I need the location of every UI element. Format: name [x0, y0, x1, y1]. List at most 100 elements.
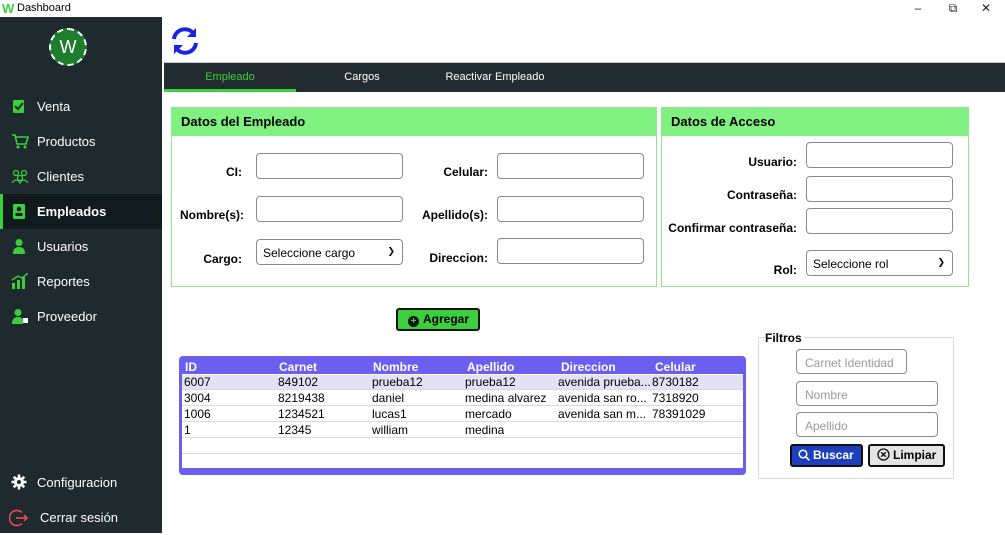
table-row-empty: [182, 439, 743, 454]
sidebar-item-label: Clientes: [37, 169, 84, 184]
chevron-down-icon: ❯: [387, 246, 395, 256]
search-icon: [798, 448, 810, 467]
table-cell: medina alvarez: [465, 391, 547, 405]
carnet-search-input[interactable]: Carnet Identidad: [796, 349, 907, 374]
empleados-table: ID Carnet Nombre Apellido Direccion Celu…: [179, 356, 746, 475]
buscar-button[interactable]: Buscar: [790, 444, 863, 467]
table-cell: 12345: [278, 423, 312, 437]
window-title: Dashboard: [17, 2, 71, 14]
celular-label: Celular:: [443, 165, 488, 179]
ci-input[interactable]: [256, 153, 403, 179]
table-cell: 6007: [184, 375, 211, 389]
column-header[interactable]: Celular: [655, 360, 696, 374]
close-button[interactable]: ✕: [971, 0, 1001, 17]
sidebar-item-label: Proveedor: [37, 309, 97, 324]
table-cell: mercado: [465, 407, 512, 421]
restore-button[interactable]: ⧉: [938, 0, 968, 17]
cargo-select-value: Seleccione cargo: [263, 246, 356, 260]
sidebar-item-clientes[interactable]: Clientes: [0, 159, 162, 194]
nombres-label: Nombre(s):: [180, 208, 245, 222]
table-cell: medina: [465, 423, 505, 437]
supplier-icon: [11, 308, 28, 324]
clear-circle-icon: [877, 448, 890, 467]
table-row[interactable]: 1006 1234521 lucas1 mercado avenida san …: [182, 407, 743, 422]
nombres-input[interactable]: [256, 196, 403, 222]
chevron-down-icon: ❯: [937, 257, 945, 267]
sidebar-item-venta[interactable]: Venta: [0, 89, 162, 124]
tab-bar: Empleado Cargos Reactivar Empleado: [164, 63, 1005, 92]
table-cell: 1: [184, 423, 191, 437]
cart-receipt-icon: [11, 98, 27, 114]
minimize-button[interactable]: –: [903, 0, 933, 17]
table-cell: 8219438: [278, 391, 325, 405]
usuario-input[interactable]: [806, 142, 953, 168]
tab-reactivar-empleado[interactable]: Reactivar Empleado: [428, 63, 562, 92]
table-body: 6007 849102 prueba12 prueba12 avenida pr…: [182, 374, 743, 468]
sidebar-item-reportes[interactable]: Reportes: [0, 264, 162, 299]
confirmar-contrasena-input[interactable]: [806, 208, 953, 234]
sidebar-item-label: Productos: [37, 134, 96, 149]
table-cell: 1234521: [278, 407, 325, 421]
column-header[interactable]: ID: [185, 360, 197, 374]
table-cell: 3004: [184, 391, 211, 405]
apellidos-input[interactable]: [497, 196, 644, 222]
sidebar-item-empleados[interactable]: Empleados: [0, 194, 162, 229]
user-icon: [11, 238, 27, 254]
table-row[interactable]: 6007 849102 prueba12 prueba12 avenida pr…: [182, 375, 743, 390]
table-row-empty: [182, 455, 743, 470]
sidebar-item-label: Cerrar sesión: [40, 510, 119, 525]
title-bar: W Dashboard – ⧉ ✕: [0, 0, 1005, 17]
contrasena-label: Contraseña:: [726, 188, 797, 202]
acceso-panel-title: Datos de Acceso: [662, 108, 968, 136]
sidebar-item-configuracion[interactable]: Configuracion: [0, 465, 162, 500]
table-cell: 8730182: [652, 375, 699, 389]
rol-select[interactable]: Seleccione rol ❯: [806, 250, 953, 276]
sidebar-item-proveedor[interactable]: Proveedor: [0, 299, 162, 334]
direccion-input[interactable]: [497, 238, 644, 264]
ci-label: CI:: [226, 165, 242, 179]
rol-label: Rol:: [773, 263, 797, 277]
plus-circle-icon: +: [408, 316, 419, 327]
table-cell: prueba12: [372, 375, 423, 389]
column-header[interactable]: Carnet: [279, 360, 317, 374]
confirmar-contrasena-label: Confirmar contraseña:: [668, 221, 797, 235]
clients-group-icon: [11, 168, 29, 185]
agregar-button[interactable]: + Agregar: [396, 308, 480, 331]
table-cell: lucas1: [372, 407, 407, 421]
sidebar-item-label: Reportes: [37, 274, 90, 289]
contrasena-input[interactable]: [806, 176, 953, 202]
sidebar-item-usuarios[interactable]: Usuarios: [0, 229, 162, 264]
table-cell: prueba12: [465, 375, 516, 389]
chart-icon: [11, 272, 29, 289]
sidebar-item-label: Usuarios: [37, 239, 89, 254]
tab-cargos[interactable]: Cargos: [296, 63, 428, 92]
table-row[interactable]: 3004 8219438 daniel medina alvarez aveni…: [182, 391, 743, 406]
column-header[interactable]: Nombre: [373, 360, 418, 374]
sidebar-item-label: Empleados: [37, 204, 107, 219]
nombre-search-input[interactable]: Nombre: [796, 381, 938, 406]
sidebar: W Venta Productos Clientes Empleados Usu…: [0, 17, 162, 533]
direccion-label: Direccion:: [429, 251, 488, 265]
sidebar-item-productos[interactable]: Productos: [0, 124, 162, 159]
cargo-select[interactable]: Seleccione cargo ❯: [256, 239, 403, 265]
celular-input[interactable]: [497, 153, 644, 179]
gear-icon: [11, 474, 27, 490]
shopping-cart-icon: [11, 133, 30, 149]
sidebar-item-label: Venta: [37, 99, 71, 114]
column-header[interactable]: Apellido: [467, 360, 514, 374]
cargo-label: Cargo:: [203, 252, 242, 266]
table-cell: 78391029: [652, 407, 706, 421]
buscar-label: Buscar: [813, 448, 854, 462]
table-cell: daniel: [372, 391, 405, 405]
column-header[interactable]: Direccion: [561, 360, 616, 374]
limpiar-button[interactable]: Limpiar: [868, 444, 945, 467]
logout-icon: [8, 508, 29, 528]
refresh-icon[interactable]: [168, 24, 202, 58]
table-cell: william: [372, 423, 408, 437]
limpiar-label: Limpiar: [893, 448, 937, 462]
tab-empleado[interactable]: Empleado: [164, 63, 296, 92]
apellido-search-input[interactable]: Apellido: [796, 412, 938, 437]
sidebar-item-cerrar-sesion[interactable]: Cerrar sesión: [0, 500, 162, 535]
table-row[interactable]: 1 12345 william medina: [182, 423, 743, 438]
table-cell: 7318920: [652, 391, 699, 405]
